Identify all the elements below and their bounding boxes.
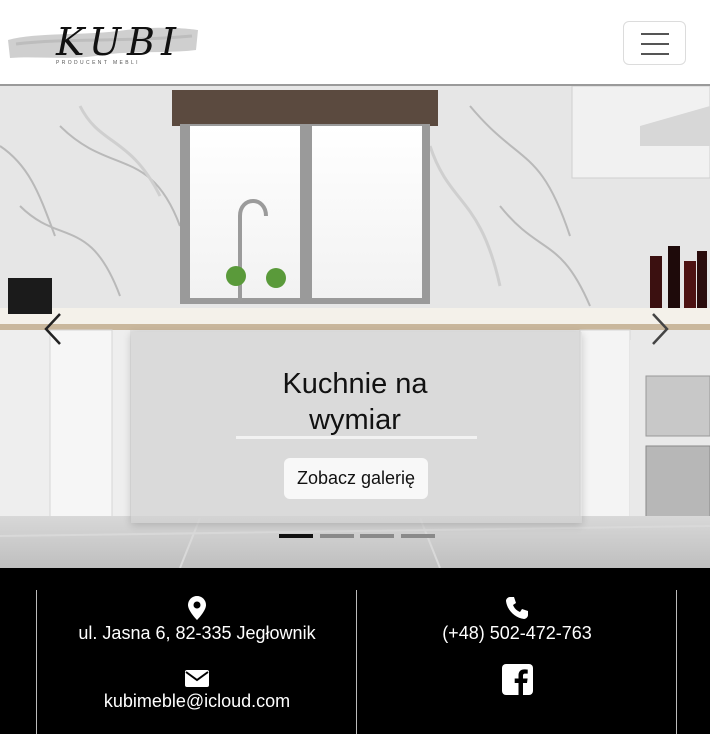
gallery-button[interactable]: Zobacz galerię: [284, 458, 428, 499]
email-text[interactable]: kubimeble@icloud.com: [37, 690, 357, 712]
carousel-prev-button[interactable]: [40, 312, 70, 346]
slide-title: Kuchnie na wymiar: [282, 368, 428, 436]
phone-item[interactable]: (+48) 502-472-763: [357, 596, 677, 644]
phone-text[interactable]: (+48) 502-472-763: [357, 622, 677, 644]
phone-icon: [506, 597, 528, 619]
hamburger-menu-icon: [641, 33, 669, 35]
navbar-toggle-button[interactable]: [623, 21, 686, 65]
logo-subtitle: PRODUCENT MEBLI: [56, 60, 140, 66]
address-text: ul. Jasna 6, 82-335 Jegłownik: [78, 623, 316, 643]
address-item: ul. Jasna 6, 82-335 Jegłownik: [37, 596, 357, 644]
carousel-indicator[interactable]: [360, 534, 394, 538]
navbar: KUBI PRODUCENT MEBLI: [0, 0, 710, 86]
logo-text: KUBI: [56, 20, 182, 64]
carousel-indicator[interactable]: [320, 534, 354, 538]
envelope-icon: [185, 670, 209, 687]
brand-logo[interactable]: KUBI PRODUCENT MEBLI: [6, 20, 202, 70]
contact-footer: ul. Jasna 6, 82-335 Jegłownik (+48) 502-…: [0, 568, 710, 734]
carousel-indicator[interactable]: [401, 534, 435, 538]
carousel-next-button[interactable]: [645, 312, 675, 346]
email-item[interactable]: kubimeble@icloud.com: [37, 668, 357, 712]
map-marker-icon: [188, 596, 206, 620]
caption-divider: [236, 436, 477, 439]
chevron-left-icon: [44, 313, 61, 345]
facebook-icon[interactable]: [501, 664, 533, 695]
chevron-right-icon: [652, 313, 669, 345]
facebook-link[interactable]: [357, 664, 677, 695]
hero-carousel: Kuchnie na wymiar Zobacz galerię: [0, 86, 710, 568]
carousel-indicator[interactable]: [279, 534, 313, 538]
